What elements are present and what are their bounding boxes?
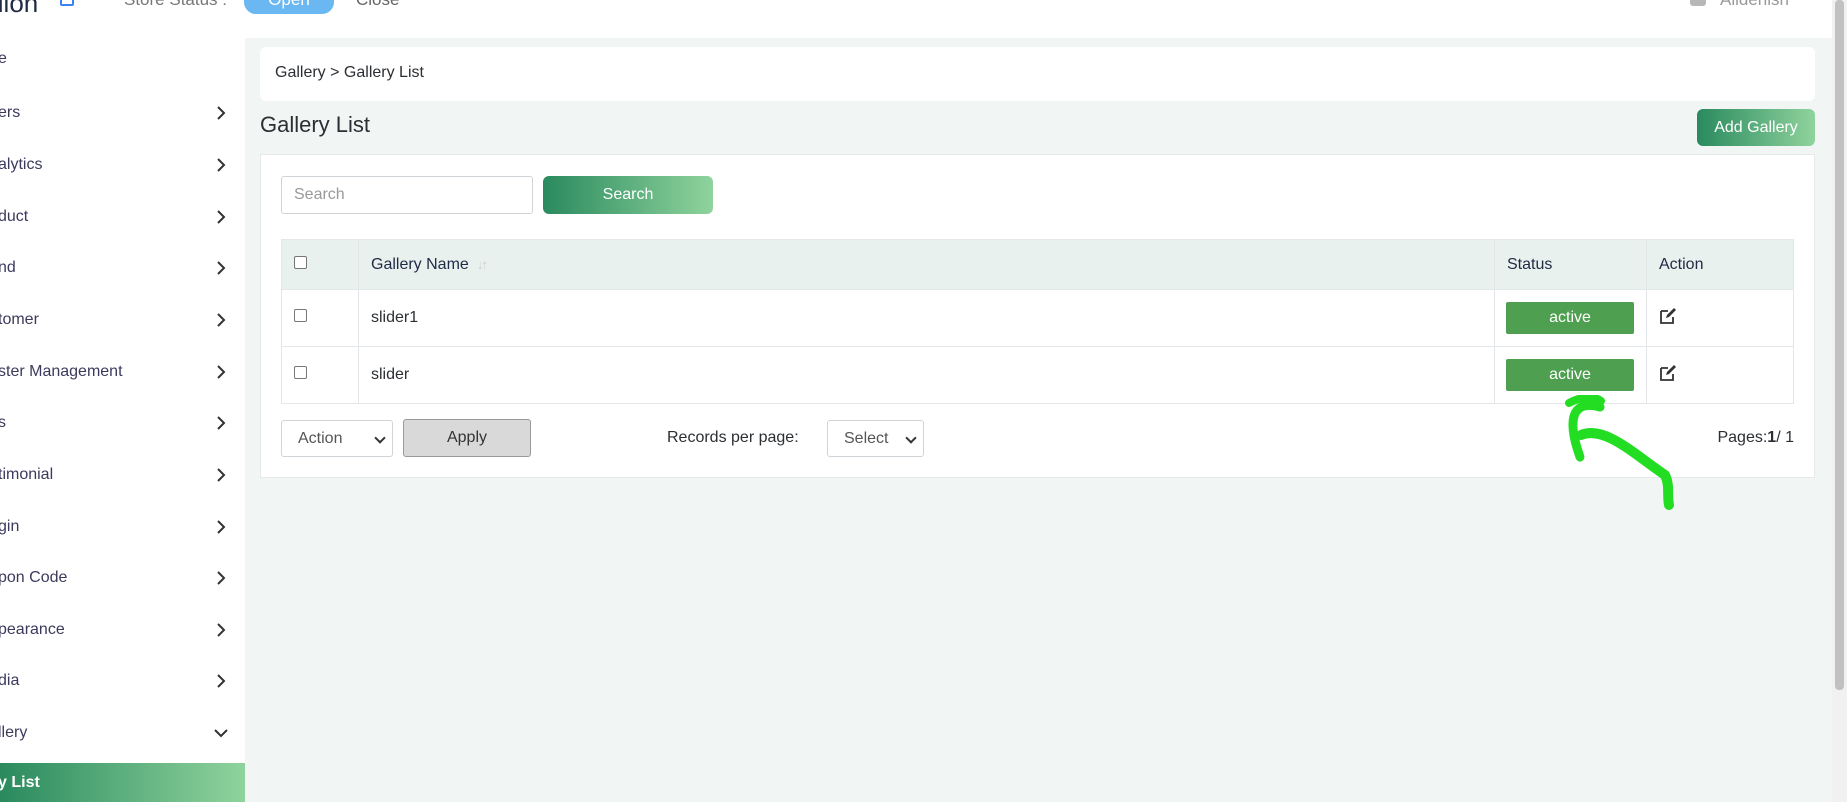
chevron-right-icon <box>217 416 226 430</box>
chevron-right-icon <box>217 106 226 120</box>
sidebar-item-login[interactable]: gin <box>0 508 245 548</box>
table-row: slider1 active <box>281 289 1794 347</box>
select-all-checkbox[interactable] <box>294 255 307 269</box>
sidebar-item-label: ster Management <box>0 363 123 380</box>
sidebar-item-master-management[interactable]: ster Management <box>0 353 245 393</box>
sidebar-item-label: duct <box>0 208 29 225</box>
column-header-label: Action <box>1659 255 1704 273</box>
records-per-page-label: Records per page: <box>667 429 799 446</box>
bulk-action-value: Action <box>298 430 343 447</box>
chevron-down-icon <box>905 432 917 444</box>
sidebar-item-customer[interactable]: tomer <box>0 301 245 341</box>
calendar-icon[interactable] <box>60 0 74 6</box>
chevron-down-icon <box>214 729 228 738</box>
sort-icon[interactable]: ↓↑ <box>477 257 488 272</box>
chevron-right-icon <box>217 158 226 172</box>
brand-logo[interactable]: ilion <box>0 0 38 19</box>
search-input[interactable] <box>281 176 533 214</box>
edit-icon[interactable] <box>1659 307 1677 325</box>
sidebar-item-label: dia <box>0 672 20 689</box>
status-badge[interactable]: active <box>1506 359 1634 391</box>
status-badge[interactable]: active <box>1506 302 1634 334</box>
sidebar-item-product[interactable]: duct <box>0 198 245 238</box>
add-gallery-button[interactable]: Add Gallery <box>1697 109 1815 146</box>
annotation-arrow <box>1565 395 1674 510</box>
page-title: Gallery List <box>260 112 371 137</box>
status-cell: active <box>1494 289 1647 347</box>
store-close-button[interactable]: Close <box>356 0 399 10</box>
search-button[interactable]: Search <box>543 176 713 214</box>
sidebar-item-label: y List <box>0 774 40 791</box>
current-page: 1 <box>1767 429 1777 446</box>
sidebar-item-label: gin <box>0 518 20 535</box>
gallery-name-cell: slider <box>358 346 1495 404</box>
bulk-action-select[interactable]: Action <box>281 420 393 457</box>
chevron-right-icon <box>217 623 226 637</box>
row-checkbox[interactable] <box>294 309 307 322</box>
chevron-right-icon <box>217 365 226 379</box>
sidebar-item-analytics[interactable]: alytics <box>0 146 245 186</box>
row-checkbox[interactable] <box>294 366 307 379</box>
chevron-right-icon <box>217 520 226 534</box>
chevron-right-icon <box>217 261 226 275</box>
sidebar-item-orders[interactable]: ers <box>0 94 245 134</box>
page-scrollbar[interactable] <box>1832 0 1847 802</box>
store-status-label: Store Status : <box>124 0 227 10</box>
sidebar-item-home[interactable]: e <box>0 40 245 80</box>
column-header-label: Status <box>1507 255 1553 273</box>
records-per-page-value: Select <box>844 430 889 447</box>
sidebar-item-label: ers <box>0 104 21 121</box>
chevron-down-icon <box>374 432 386 444</box>
sidebar-item-label: nd <box>0 259 16 276</box>
scrollbar-thumb[interactable] <box>1835 0 1844 690</box>
sidebar-item-label: pon Code <box>0 569 68 586</box>
action-cell <box>1646 289 1794 347</box>
column-action: Action <box>1646 239 1794 290</box>
gallery-name: slider <box>371 366 410 383</box>
chevron-right-icon <box>217 468 226 482</box>
breadcrumb-card: Gallery > Gallery List <box>260 47 1815 101</box>
column-status: Status <box>1494 239 1647 290</box>
breadcrumb[interactable]: Gallery > Gallery List <box>275 64 424 82</box>
sidebar-item-brand[interactable]: nd <box>0 249 245 289</box>
sidebar-item-media[interactable]: dia <box>0 662 245 702</box>
chevron-right-icon <box>217 210 226 224</box>
total-pages: / 1 <box>1776 429 1794 446</box>
column-header-label: Gallery Name <box>371 255 469 273</box>
gallery-name-cell: slider1 <box>358 289 1495 347</box>
column-gallery-name[interactable]: Gallery Name ↓↑ <box>358 239 1495 290</box>
table-header-row: Gallery Name ↓↑ Status Action <box>281 239 1794 290</box>
sidebar-item-testimonial[interactable]: timonial <box>0 456 245 496</box>
sidebar-item-label: timonial <box>0 466 54 483</box>
sidebar-item-gallery-list[interactable]: y List <box>0 763 245 802</box>
sidebar-item-gallery[interactable]: llery <box>0 714 245 754</box>
row-select-cell <box>281 346 359 404</box>
sidebar-item-coupon-code[interactable]: pon Code <box>0 559 245 599</box>
pages-label: Pages: <box>1717 429 1768 446</box>
user-icon[interactable] <box>1690 0 1706 6</box>
row-select-cell <box>281 289 359 347</box>
sidebar-item-appearance[interactable]: pearance <box>0 611 245 651</box>
sidebar-item-s[interactable]: s <box>0 404 245 444</box>
top-bar: ilion Store Status : Open Close Alldenis… <box>0 0 1847 38</box>
store-open-button[interactable]: Open <box>244 0 334 14</box>
edit-icon[interactable] <box>1659 364 1677 382</box>
sidebar-item-label: tomer <box>0 311 39 328</box>
sidebar-item-label: e <box>0 50 7 67</box>
apply-button[interactable]: Apply <box>403 419 531 457</box>
chevron-right-icon <box>217 571 226 585</box>
sidebar-item-label: s <box>0 414 6 431</box>
sidebar: e ers alytics duct nd tomer ster Managem… <box>0 38 245 802</box>
user-name[interactable]: Alldenish <box>1720 0 1789 10</box>
chevron-right-icon <box>217 674 226 688</box>
records-per-page-select[interactable]: Select <box>827 420 924 457</box>
gallery-name: slider1 <box>371 309 419 326</box>
select-all-cell <box>281 239 359 290</box>
chevron-right-icon <box>217 313 226 327</box>
sidebar-item-label: llery <box>0 724 28 741</box>
gallery-table: Gallery Name ↓↑ Status Action slider1 act… <box>281 239 1794 404</box>
sidebar-item-label: alytics <box>0 156 43 173</box>
sidebar-item-label: pearance <box>0 621 65 638</box>
pagination-info: Pages:1/ 1 <box>1717 429 1794 447</box>
